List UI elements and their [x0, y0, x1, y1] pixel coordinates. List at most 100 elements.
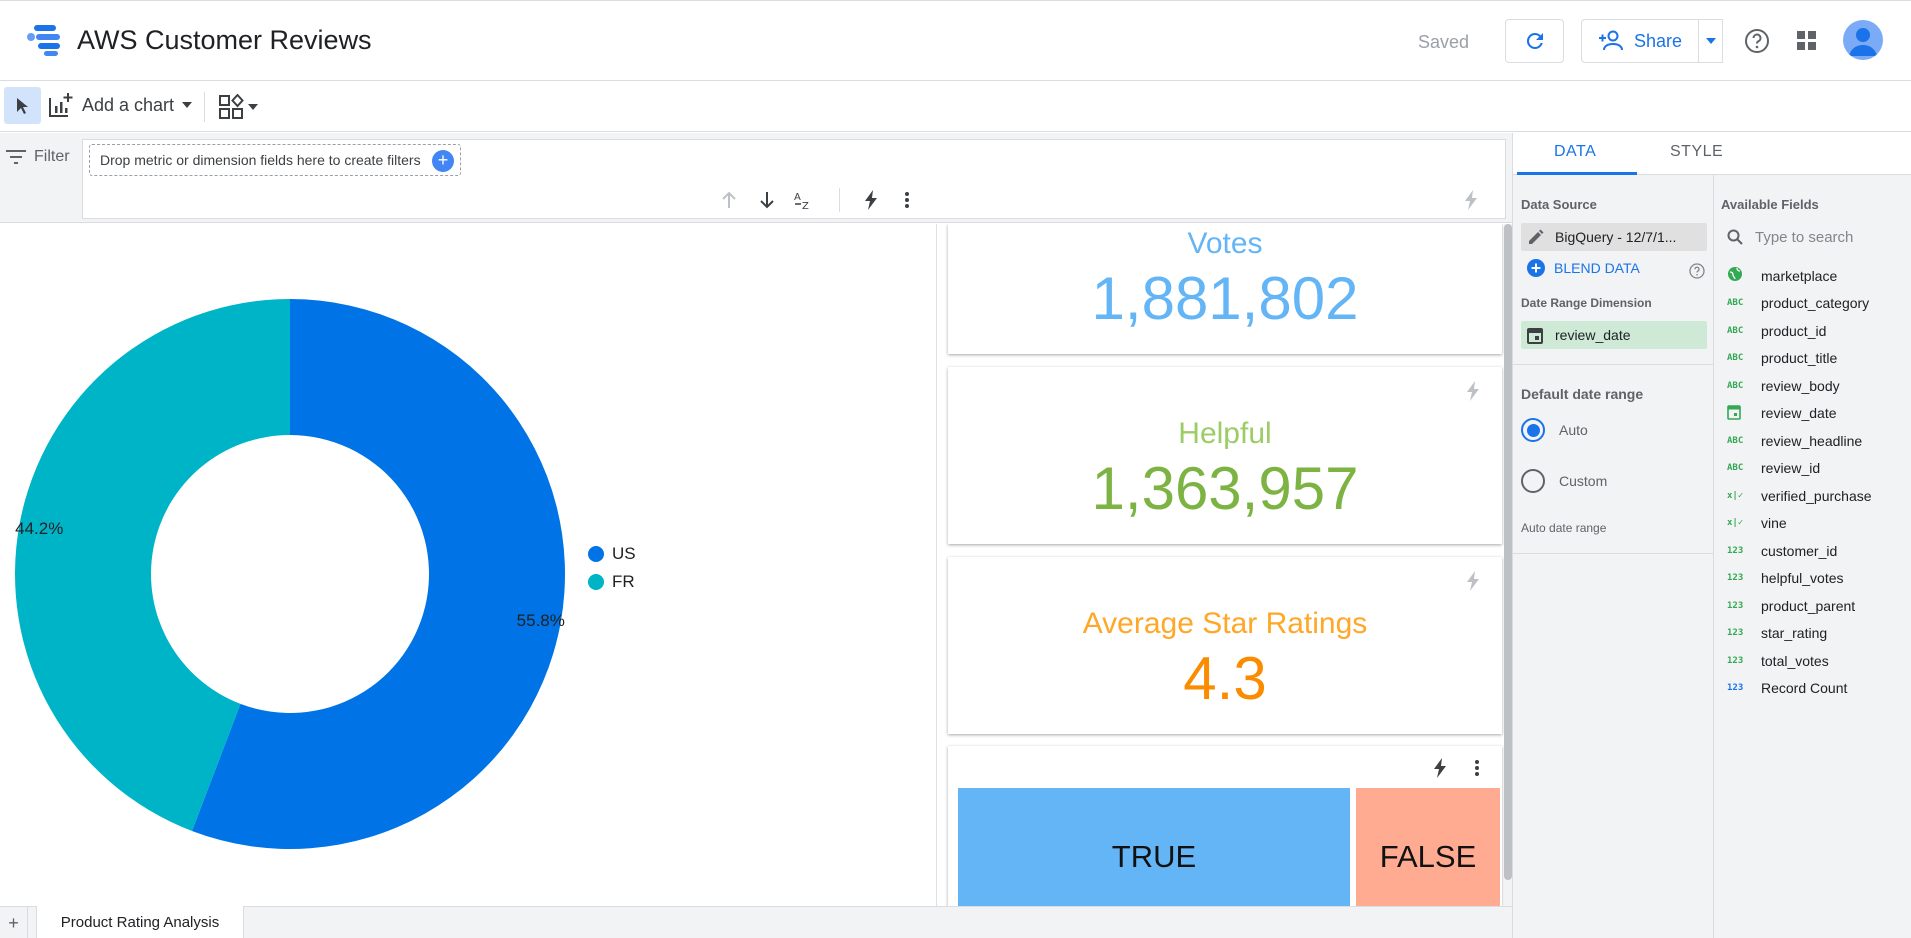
page-tab[interactable]: Product Rating Analysis: [36, 906, 244, 938]
arrow-up-icon: [722, 191, 736, 208]
scorecard-helpful[interactable]: Helpful 1,363,957: [948, 367, 1502, 544]
field-name: Record Count: [1761, 680, 1848, 697]
field-name: product_category: [1761, 295, 1870, 312]
help-icon[interactable]: [1689, 263, 1705, 279]
treemap-chart[interactable]: TRUE FALSE: [948, 746, 1502, 906]
properties-panel: DATA STYLE Data Source BigQuery - 12/7/1…: [1512, 133, 1911, 938]
donut-chart[interactable]: 55.8% 44.2%: [10, 294, 570, 854]
field-type-metric-icon: 123: [1727, 683, 1744, 694]
add-page-button[interactable]: +: [0, 907, 28, 938]
radio-auto-label: Auto: [1559, 422, 1588, 438]
bolt-icon[interactable]: [1433, 758, 1447, 778]
filter-bar: Filter Drop metric or dimension fields h…: [0, 133, 1512, 223]
field-item[interactable]: ABC review_body: [1721, 372, 1907, 400]
field-item[interactable]: 123 total_votes: [1721, 647, 1907, 675]
refresh-icon: [1526, 32, 1543, 49]
bolt-icon: [1467, 381, 1479, 401]
field-name: star_rating: [1761, 625, 1828, 642]
add-chart-icon: [49, 93, 73, 117]
field-item[interactable]: 123 product_parent: [1721, 592, 1907, 620]
scorecard-value: 1,881,802: [1091, 265, 1359, 332]
components-icon: [219, 94, 244, 119]
treemap-cell-false[interactable]: FALSE: [1356, 788, 1500, 906]
radio-button-unchecked[interactable]: [1521, 469, 1545, 493]
field-item[interactable]: 123 star_rating: [1721, 620, 1907, 648]
filter-toggle[interactable]: Filter: [6, 148, 70, 166]
field-type-date-icon: [1721, 404, 1761, 423]
field-search-input[interactable]: [1755, 228, 1895, 246]
caret-down-icon: [1706, 38, 1716, 44]
legend-swatch-us: [588, 546, 604, 562]
data-source-chip[interactable]: BigQuery - 12/7/1...: [1521, 223, 1707, 251]
field-item[interactable]: ABC review_headline: [1721, 427, 1907, 455]
field-item[interactable]: 123 Record Count: [1721, 675, 1907, 703]
data-source-title: Data Source: [1521, 197, 1597, 212]
field-item[interactable]: x|✓ verified_purchase: [1721, 482, 1907, 510]
select-tool-button[interactable]: [4, 87, 41, 124]
radio-button-checked[interactable]: [1521, 418, 1545, 442]
add-circle-icon: [1527, 259, 1545, 277]
field-item[interactable]: ABC product_title: [1721, 345, 1907, 373]
field-item[interactable]: marketplace: [1721, 262, 1907, 290]
tab-style[interactable]: STYLE: [1670, 143, 1723, 161]
avatar[interactable]: [1843, 20, 1883, 60]
scorecard-votes[interactable]: Votes 1,881,802: [948, 224, 1502, 354]
caret-down-icon: [248, 104, 258, 110]
move-up-button[interactable]: [715, 186, 743, 214]
donut-slice-label: 44.2%: [15, 519, 63, 538]
caret-down-icon: [182, 102, 193, 108]
report-title[interactable]: AWS Customer Reviews: [77, 25, 372, 56]
more-options-button[interactable]: [893, 186, 921, 214]
add-component-button[interactable]: [218, 94, 258, 120]
field-item[interactable]: 123 helpful_votes: [1721, 565, 1907, 593]
field-type-geo-icon: [1721, 266, 1761, 285]
scorecard-label: Votes: [1187, 227, 1263, 260]
add-filter-icon[interactable]: +: [432, 150, 454, 172]
canvas-scrollbar-thumb[interactable]: [1504, 224, 1512, 880]
drop-hint: Drop metric or dimension fields here to …: [100, 152, 421, 168]
more-vert-icon[interactable]: [1474, 759, 1480, 777]
radio-custom[interactable]: Custom: [1521, 469, 1607, 493]
date-range-dimension-chip[interactable]: review_date: [1521, 321, 1707, 349]
field-item[interactable]: ABC product_id: [1721, 317, 1907, 345]
filter-bolt-button[interactable]: [1457, 186, 1485, 214]
legend-item-fr[interactable]: FR: [588, 572, 636, 592]
field-item[interactable]: x|✓ vine: [1721, 510, 1907, 538]
treemap-cell-true[interactable]: TRUE: [958, 788, 1350, 906]
bolt-icon: [865, 190, 877, 210]
field-search[interactable]: [1721, 224, 1907, 250]
apps-grid-icon[interactable]: [1797, 31, 1817, 51]
legend-item-us[interactable]: US: [588, 544, 636, 564]
optimize-button[interactable]: [857, 186, 885, 214]
add-chart-button[interactable]: Add a chart: [48, 92, 193, 118]
radio-custom-label: Custom: [1559, 473, 1608, 489]
blend-data-button[interactable]: BLEND DATA: [1527, 259, 1640, 277]
move-down-button[interactable]: [753, 186, 781, 214]
scorecard-avg-rating[interactable]: Average Star Ratings 4.3: [948, 557, 1502, 734]
share-options-button[interactable]: [1698, 19, 1723, 63]
share-label: Share: [1634, 30, 1683, 51]
field-type-number-icon: 123: [1727, 600, 1744, 611]
help-icon[interactable]: [1744, 28, 1770, 54]
saved-status: Saved: [1418, 32, 1470, 52]
scorecard-label: Helpful: [1178, 417, 1272, 450]
field-name: review_headline: [1761, 432, 1863, 449]
legend-label-us: US: [612, 544, 636, 563]
refresh-button[interactable]: [1505, 19, 1564, 63]
field-type-text-icon: ABC: [1727, 380, 1744, 391]
svg-text:A: A: [794, 192, 801, 203]
field-type-bool-icon: x|✓: [1727, 490, 1744, 501]
field-item[interactable]: ABC product_category: [1721, 290, 1907, 318]
field-name: review_body: [1761, 377, 1840, 394]
data-studio-logo-icon[interactable]: [22, 23, 62, 57]
active-tab-indicator: [1517, 172, 1637, 175]
sort-az-button[interactable]: AZ: [789, 186, 817, 214]
radio-auto[interactable]: Auto: [1521, 418, 1588, 442]
section-divider: [1513, 553, 1713, 554]
filter-drop-zone[interactable]: Drop metric or dimension fields here to …: [89, 144, 461, 176]
field-item[interactable]: ABC review_id: [1721, 455, 1907, 483]
section-divider: [1513, 364, 1713, 365]
field-item[interactable]: review_date: [1721, 400, 1907, 428]
field-item[interactable]: 123 customer_id: [1721, 537, 1907, 565]
tab-data[interactable]: DATA: [1554, 143, 1596, 161]
